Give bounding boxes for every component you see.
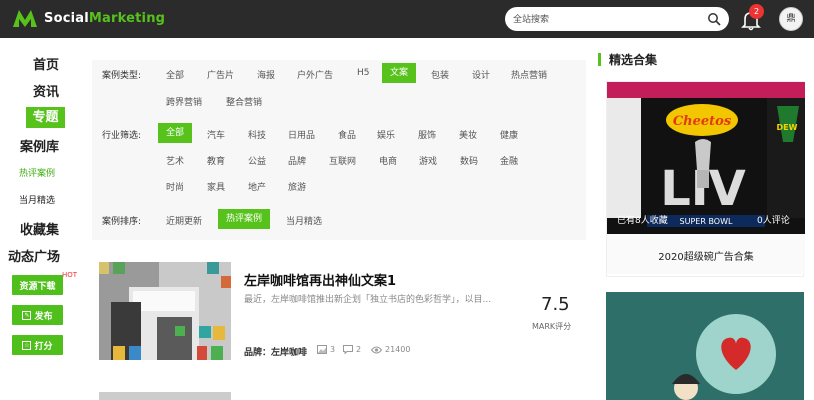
industry-option-brand[interactable]: 品牌 <box>288 154 306 167</box>
type-option-crossover[interactable]: 跨界营销 <box>166 95 202 108</box>
sidebar-item-home[interactable]: 首页 <box>33 54 59 73</box>
collection-card-second[interactable] <box>606 292 804 400</box>
industry-option-furniture[interactable]: 家具 <box>207 180 225 193</box>
view-count-value: 21400 <box>385 345 411 354</box>
sidebar-item-case-library[interactable]: 案例库 <box>20 136 59 155</box>
view-count: 21400 <box>371 345 410 354</box>
collection-favorites: 已有8人收藏 <box>617 216 668 226</box>
industry-option-charity[interactable]: 公益 <box>248 154 266 167</box>
publish-button[interactable]: ✎ 发布 <box>12 305 63 325</box>
sort-option-monthly[interactable]: 当月精选 <box>286 214 322 227</box>
sidebar-item-monthly-picks[interactable]: 当月精选 <box>19 193 55 206</box>
type-option-ad-film[interactable]: 广告片 <box>207 68 234 81</box>
featured-collections-title: 精选合集 <box>609 53 658 67</box>
heading-accent-bar <box>598 53 601 66</box>
super-bowl-banner: SUPER BOWL <box>680 217 733 226</box>
rate-button-label: 打分 <box>34 341 53 352</box>
article-description: 最近，左岸咖啡馆推出新企划「独立书店的色彩哲学」，以目... <box>244 295 492 305</box>
article-score-label: MARK评分 <box>532 322 572 331</box>
industry-option-entertainment[interactable]: 娱乐 <box>377 128 395 141</box>
sidebar-item-hot-cases[interactable]: 热评案例 <box>19 166 55 179</box>
type-option-packaging[interactable]: 包装 <box>431 68 449 81</box>
cheetos-logo: Cheetos <box>673 114 732 129</box>
collection-card-second-image <box>606 292 804 400</box>
site-logo[interactable]: SocialMarketing <box>12 8 165 28</box>
type-option-outdoor[interactable]: 户外广告 <box>297 68 333 81</box>
article-score: 7.5 <box>541 294 570 315</box>
industry-option-internet[interactable]: 互联网 <box>329 154 356 167</box>
comment-count-value: 2 <box>356 345 362 354</box>
rate-button[interactable]: ☆ 打分 <box>12 335 63 355</box>
article-thumbnail[interactable] <box>99 262 231 360</box>
industry-option-apparel[interactable]: 服饰 <box>418 128 436 141</box>
download-button[interactable]: 资源下载 <box>12 275 63 295</box>
industry-option-art[interactable]: 艺术 <box>166 154 184 167</box>
sort-option-recent[interactable]: 近期更新 <box>166 214 202 227</box>
sort-label: 案例排序: <box>102 217 142 227</box>
sidebar-item-news[interactable]: 资讯 <box>33 81 59 100</box>
sidebar-item-topics[interactable]: 专题 <box>26 107 65 128</box>
industry-option-health[interactable]: 健康 <box>500 128 518 141</box>
image-icon <box>317 345 327 354</box>
logo-icon <box>13 10 37 27</box>
type-option-hot-marketing[interactable]: 热点营销 <box>511 68 547 81</box>
industry-option-ecommerce[interactable]: 电商 <box>379 154 397 167</box>
left-sidebar: 首页 资讯 专题 案例库 热评案例 当月精选 收藏集 动态广场 HOT 资源下载… <box>0 38 90 400</box>
type-option-h5[interactable]: H5 <box>357 68 370 78</box>
eye-icon <box>371 346 382 353</box>
collection-title[interactable]: 2020超级碗广告合集 <box>607 248 805 263</box>
industry-option-digital[interactable]: 数码 <box>460 154 478 167</box>
industry-option-all[interactable]: 全部 <box>158 123 193 143</box>
industry-option-education[interactable]: 教育 <box>207 154 225 167</box>
sort-option-hot[interactable]: 热评案例 <box>218 209 271 229</box>
industry-option-fashion[interactable]: 时尚 <box>166 180 184 193</box>
collection-card-image: Cheetos LIV SUPER BOWL DEW 已有8人收藏 0人评论 <box>607 82 805 234</box>
industry-option-daily[interactable]: 日用品 <box>288 128 315 141</box>
filter-panel: 案例类型: 全部 广告片 海报 户外广告 H5 文案 包装 设计 热点营销 跨界… <box>92 60 586 240</box>
industry-option-auto[interactable]: 汽车 <box>207 128 225 141</box>
industry-label: 行业筛选: <box>102 131 142 141</box>
type-option-copywriting[interactable]: 文案 <box>382 63 417 83</box>
industry-option-travel[interactable]: 旅游 <box>288 180 306 193</box>
image-count-value: 3 <box>330 345 336 354</box>
type-option-all[interactable]: 全部 <box>166 68 184 81</box>
industry-option-finance[interactable]: 金融 <box>500 154 518 167</box>
industry-option-tech[interactable]: 科技 <box>248 128 266 141</box>
hot-badge: HOT <box>62 271 78 279</box>
industry-option-games[interactable]: 游戏 <box>419 154 437 167</box>
avatar-text: 鼎 <box>786 14 796 24</box>
industry-option-food[interactable]: 食品 <box>338 128 356 141</box>
collection-card[interactable]: Cheetos LIV SUPER BOWL DEW 已有8人收藏 0人评论 2… <box>606 81 805 277</box>
article-title[interactable]: 左岸咖啡馆再出神仙文案1 <box>244 270 396 289</box>
edit-icon: ✎ <box>22 310 32 320</box>
comment-count: 2 <box>343 345 361 354</box>
collection-comments: 0人评论 <box>757 216 790 226</box>
sidebar-item-favorites[interactable]: 收藏集 <box>20 219 59 238</box>
article-brand[interactable]: 品牌：左岸咖啡 <box>244 345 307 358</box>
industry-option-real-estate[interactable]: 地产 <box>248 180 266 193</box>
case-type-label: 案例类型: <box>102 71 142 81</box>
type-option-integrated[interactable]: 整合营销 <box>226 95 262 108</box>
notification-badge: 2 <box>749 4 764 19</box>
star-icon: ☆ <box>22 340 32 350</box>
top-header: SocialMarketing 2 鼎 <box>0 0 814 38</box>
download-button-label: 资源下载 <box>19 281 56 292</box>
search-box <box>505 7 729 32</box>
article-thumbnail-image <box>99 262 231 360</box>
publish-button-label: 发布 <box>34 311 53 322</box>
logo-text: SocialMarketing <box>44 10 166 26</box>
comment-icon <box>343 345 353 354</box>
article-thumbnail-next[interactable] <box>99 392 231 400</box>
type-option-poster[interactable]: 海报 <box>257 68 275 81</box>
image-count: 3 <box>317 345 335 354</box>
industry-option-beauty[interactable]: 美妆 <box>459 128 477 141</box>
sidebar-item-plaza[interactable]: 动态广场 <box>8 246 60 265</box>
search-input[interactable] <box>505 8 695 32</box>
type-option-design[interactable]: 设计 <box>472 68 490 81</box>
avatar[interactable]: 鼎 <box>779 7 803 31</box>
search-icon[interactable] <box>707 12 721 26</box>
svg-text:DEW: DEW <box>777 123 798 132</box>
featured-collections-heading: 精选合集 <box>598 51 657 68</box>
